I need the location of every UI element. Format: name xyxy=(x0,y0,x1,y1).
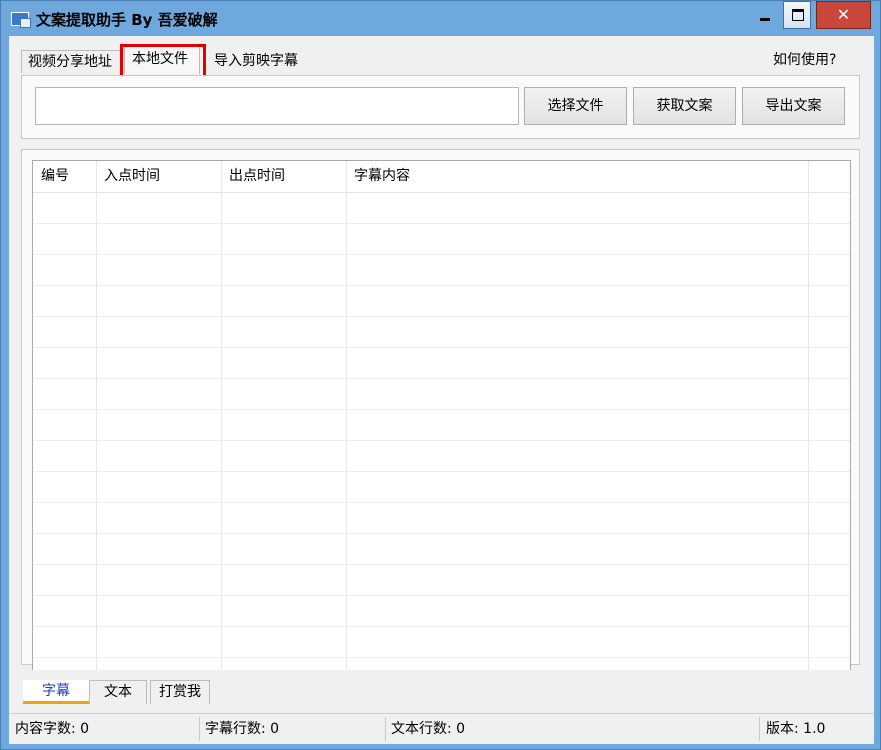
fetch-copy-button[interactable]: 获取文案 xyxy=(633,87,736,125)
column-header-subtitle-content[interactable]: 字幕内容 xyxy=(346,161,808,192)
column-divider xyxy=(808,161,809,670)
row-divider xyxy=(33,347,850,348)
minimize-icon xyxy=(760,18,770,21)
column-divider xyxy=(346,161,347,670)
minimize-button[interactable] xyxy=(751,1,779,29)
row-divider xyxy=(33,533,850,534)
column-divider xyxy=(96,161,97,670)
tab-reward-me[interactable]: 打赏我 xyxy=(150,680,210,704)
status-bar: 内容字数: 0 字幕行数: 0 文本行数: 0 版本: 1.0 xyxy=(9,713,874,744)
client-area: 视频分享地址 本地文件 导入剪映字幕 如何使用? 选择文件 获取文案 导出文案 … xyxy=(9,36,874,744)
tab-subtitles[interactable]: 字幕 xyxy=(23,680,89,704)
row-divider xyxy=(33,316,850,317)
file-path-input[interactable] xyxy=(35,87,519,125)
subtitle-grid[interactable]: 编号 入点时间 出点时间 字幕内容 xyxy=(32,160,851,670)
row-divider xyxy=(33,657,850,658)
window-title: 文案提取助手 By 吾爱破解 xyxy=(36,11,218,29)
row-divider xyxy=(33,626,850,627)
row-divider xyxy=(33,409,850,410)
row-divider xyxy=(33,285,850,286)
app-icon xyxy=(11,12,31,28)
status-subtitle-line-count: 字幕行数: 0 xyxy=(205,721,280,737)
column-divider xyxy=(221,161,222,670)
row-divider xyxy=(33,378,850,379)
row-divider xyxy=(33,440,850,441)
status-content-char-count: 内容字数: 0 xyxy=(15,721,90,737)
status-divider xyxy=(759,717,760,741)
local-file-panel: 选择文件 获取文案 导出文案 xyxy=(21,75,860,139)
title-bar[interactable]: 文案提取助手 By 吾爱破解 ✕ xyxy=(1,1,880,36)
row-divider xyxy=(33,254,850,255)
grid-header: 编号 入点时间 出点时间 字幕内容 xyxy=(33,161,850,193)
status-divider xyxy=(385,717,386,741)
subtitle-table-panel: 编号 入点时间 出点时间 字幕内容 xyxy=(21,149,860,670)
row-divider xyxy=(33,564,850,565)
maximize-button[interactable] xyxy=(783,1,811,29)
select-file-button[interactable]: 选择文件 xyxy=(524,87,627,125)
tab-text[interactable]: 文本 xyxy=(89,680,147,704)
status-divider xyxy=(199,717,200,741)
tab-video-share-url[interactable]: 视频分享地址 xyxy=(21,50,124,73)
column-header-out-time[interactable]: 出点时间 xyxy=(221,161,346,192)
status-version: 版本: 1.0 xyxy=(766,721,826,737)
app-window: 文案提取助手 By 吾爱破解 ✕ 视频分享地址 本地文件 导入剪映字幕 如何使用… xyxy=(0,0,881,750)
close-icon: ✕ xyxy=(836,5,851,24)
row-divider xyxy=(33,223,850,224)
status-text-line-count: 文本行数: 0 xyxy=(391,721,466,737)
how-to-use-link[interactable]: 如何使用? xyxy=(773,49,836,69)
maximize-icon xyxy=(792,9,804,21)
export-copy-button[interactable]: 导出文案 xyxy=(742,87,845,125)
row-divider xyxy=(33,471,850,472)
column-header-in-time[interactable]: 入点时间 xyxy=(96,161,221,192)
row-divider xyxy=(33,595,850,596)
close-button[interactable]: ✕ xyxy=(816,1,871,29)
column-header-index[interactable]: 编号 xyxy=(33,161,96,192)
tab-import-jianying-subtitles[interactable]: 导入剪映字幕 xyxy=(214,50,324,72)
row-divider xyxy=(33,502,850,503)
